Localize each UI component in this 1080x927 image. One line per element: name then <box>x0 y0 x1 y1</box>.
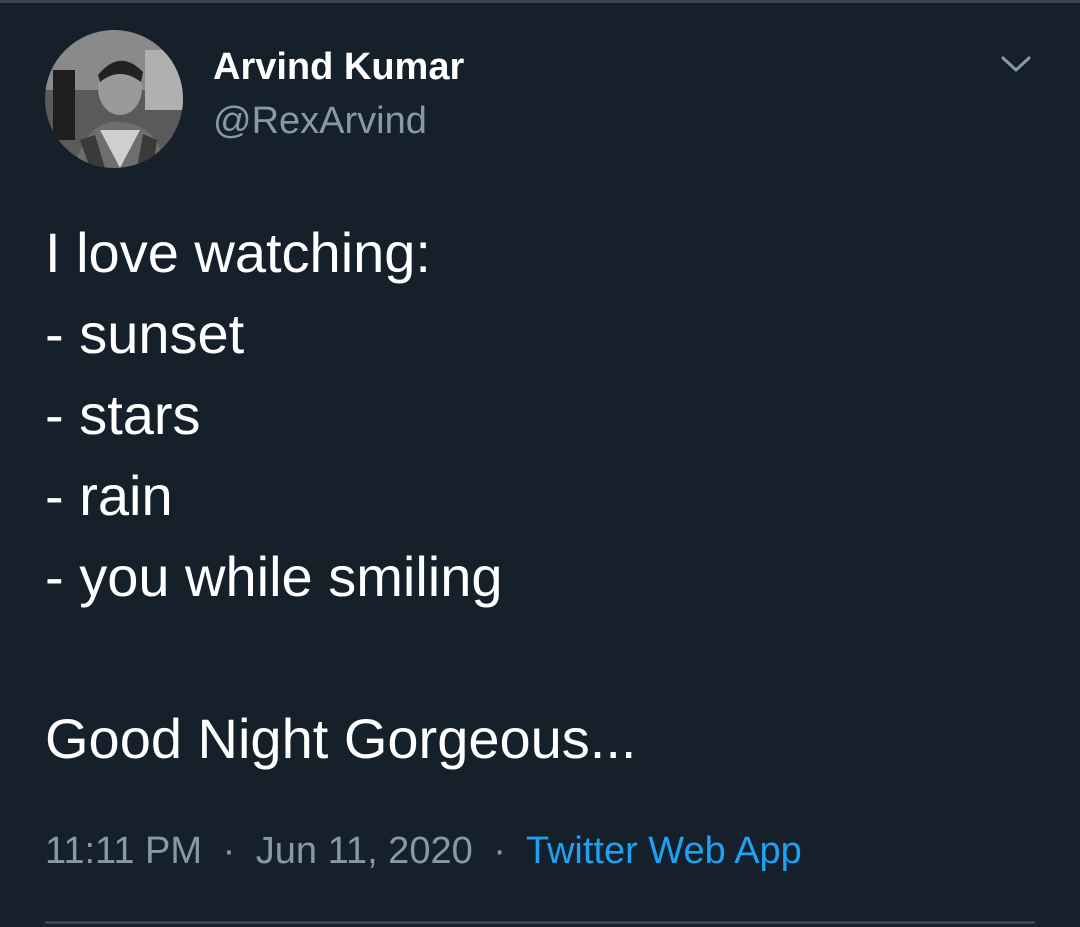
meta-separator: · <box>222 830 236 872</box>
author-handle[interactable]: @RexArvind <box>213 98 427 144</box>
avatar[interactable] <box>45 30 183 168</box>
tweet-time[interactable]: 11:11 PM <box>45 830 202 872</box>
chevron-down-icon <box>1001 56 1031 72</box>
tweet-line: I love watching: <box>45 221 431 284</box>
tweet-menu-button[interactable] <box>996 48 1036 78</box>
avatar-photo-icon <box>45 30 183 168</box>
top-divider <box>0 0 1080 3</box>
bottom-divider <box>45 921 1035 924</box>
tweet-line: - sunset <box>45 302 245 365</box>
tweet-line: - rain <box>45 464 173 527</box>
tweet-line: - stars <box>45 383 201 446</box>
tweet-meta: 11:11 PM · Jun 11, 2020 · Twitter Web Ap… <box>45 826 802 876</box>
tweet-text: I love watching: - sunset - stars - rain… <box>45 212 1045 779</box>
author-name[interactable]: Arvind Kumar <box>213 44 464 90</box>
meta-separator: · <box>493 830 506 872</box>
tweet-date[interactable]: Jun 11, 2020 <box>256 830 473 872</box>
tweet-source-link[interactable]: Twitter Web App <box>526 830 802 872</box>
tweet-line: Good Night Gorgeous... <box>45 707 637 770</box>
tweet-line: - you while smiling <box>45 545 503 608</box>
